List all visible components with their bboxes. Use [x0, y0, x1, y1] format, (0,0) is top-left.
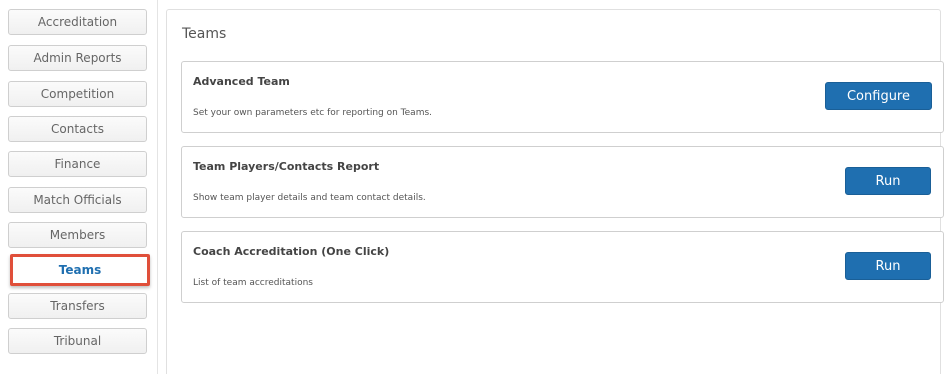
card-title: Advanced Team — [193, 75, 290, 88]
sidebar: Accreditation Admin Reports Competition … — [0, 0, 158, 374]
page-title: Teams — [182, 26, 227, 42]
card-description: Show team player details and team contac… — [193, 193, 426, 203]
sidebar-item-admin-reports[interactable]: Admin Reports — [8, 45, 147, 71]
sidebar-item-tribunal[interactable]: Tribunal — [8, 328, 147, 354]
main-panel: Teams Advanced Team Set your own paramet… — [166, 9, 944, 374]
card-description: List of team accreditations — [193, 278, 313, 288]
configure-button[interactable]: Configure — [825, 82, 932, 110]
report-card-coach-accreditation: Coach Accreditation (One Click) List of … — [181, 231, 944, 303]
sidebar-item-match-officials[interactable]: Match Officials — [8, 187, 147, 213]
sidebar-item-competition[interactable]: Competition — [8, 81, 147, 107]
run-button[interactable]: Run — [845, 252, 931, 280]
report-card-advanced-team: Advanced Team Set your own parameters et… — [181, 61, 944, 133]
report-card-team-players-contacts: Team Players/Contacts Report Show team p… — [181, 146, 944, 218]
sidebar-item-finance[interactable]: Finance — [8, 151, 147, 177]
card-title: Coach Accreditation (One Click) — [193, 245, 390, 258]
sidebar-item-members[interactable]: Members — [8, 222, 147, 248]
reports-page: Accreditation Admin Reports Competition … — [0, 0, 948, 374]
card-description: Set your own parameters etc for reportin… — [193, 108, 433, 118]
card-title: Team Players/Contacts Report — [193, 160, 380, 173]
sidebar-item-accreditation[interactable]: Accreditation — [8, 9, 147, 35]
sidebar-item-contacts[interactable]: Contacts — [8, 116, 147, 142]
run-button[interactable]: Run — [845, 167, 931, 195]
sidebar-item-teams[interactable]: Teams — [10, 254, 150, 286]
sidebar-item-transfers[interactable]: Transfers — [8, 293, 147, 319]
